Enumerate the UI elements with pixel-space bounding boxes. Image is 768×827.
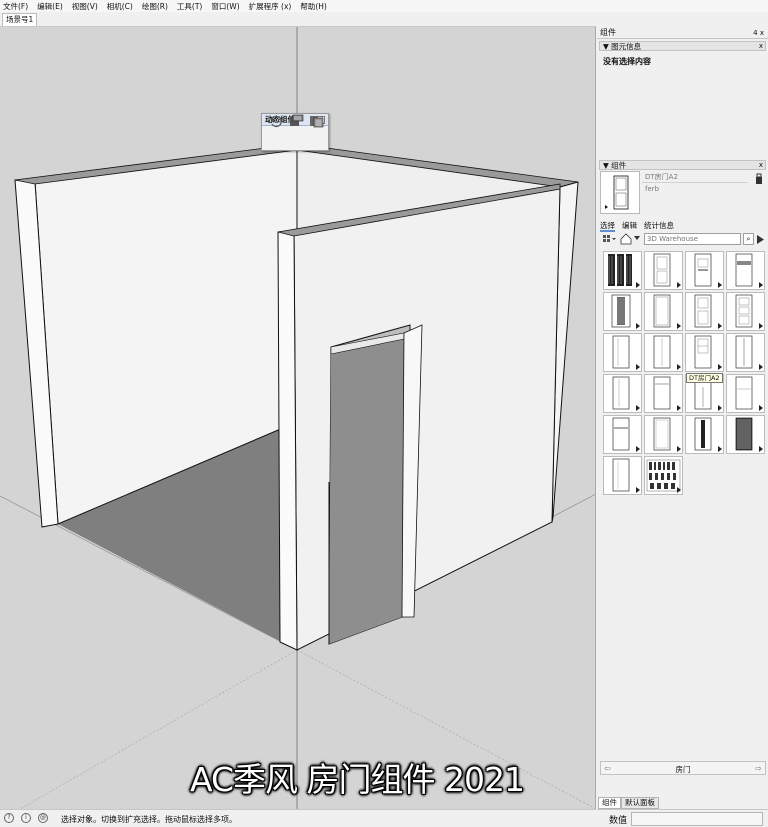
component-tooltip: DT房门A2 xyxy=(686,373,723,383)
search-row: 3D Warehouse ⌕ xyxy=(600,232,766,247)
tab-edit[interactable]: 编辑 xyxy=(622,220,637,232)
component-grid xyxy=(603,251,767,495)
measurements-input[interactable] xyxy=(631,812,763,826)
component-thumb[interactable] xyxy=(603,456,642,495)
menu-draw[interactable]: 绘图(R) xyxy=(142,1,168,12)
component-tabs: 选择 编辑 统计信息 xyxy=(600,220,674,232)
component-options-icon[interactable] xyxy=(289,114,304,129)
door-floor-view xyxy=(329,334,404,644)
details-icon[interactable] xyxy=(754,173,764,185)
model-viewport[interactable]: 动态组件 x AC季风 房门组件 2021 xyxy=(0,27,596,809)
forward-icon[interactable]: ⇨ xyxy=(755,764,762,773)
door-thumbnail-icon xyxy=(605,175,629,210)
tray-tabs: 组件 默认面板 xyxy=(598,797,659,809)
menu-window[interactable]: 窗口(W) xyxy=(211,1,239,12)
help-icon[interactable]: ? xyxy=(4,813,14,823)
close-icon[interactable]: x xyxy=(759,42,763,51)
collection-nav: ⇦ 房门 ⇨ xyxy=(600,761,766,775)
dynamic-components-toolbar: 动态组件 x xyxy=(261,113,329,151)
tray-header: 组件 4 x xyxy=(597,27,768,39)
menu-help[interactable]: 帮助(H) xyxy=(300,1,327,12)
component-name-field[interactable]: DT房门A2 xyxy=(642,171,748,183)
component-thumb[interactable] xyxy=(644,333,683,372)
tray-tab-components[interactable]: 组件 xyxy=(598,797,621,809)
components-header[interactable]: ▼ 组件 x xyxy=(599,160,766,170)
component-thumb[interactable] xyxy=(726,415,765,454)
component-thumb[interactable] xyxy=(685,292,724,331)
menu-camera[interactable]: 相机(C) xyxy=(107,1,133,12)
component-thumb[interactable] xyxy=(603,374,642,413)
front-wall-edge xyxy=(277,230,298,651)
user-icon[interactable]: @ xyxy=(38,813,48,823)
component-thumb[interactable] xyxy=(726,374,765,413)
component-thumb[interactable] xyxy=(685,415,724,454)
entity-info-title: ▼ 图元信息 xyxy=(603,42,642,51)
scene-tab-bar: 场景号1 xyxy=(0,12,596,27)
info-icon[interactable]: i xyxy=(21,813,31,823)
component-thumb[interactable] xyxy=(603,415,642,454)
component-thumb[interactable] xyxy=(603,333,642,372)
measurements-label: 数值 xyxy=(609,816,628,826)
menu-edit[interactable]: 编辑(E) xyxy=(37,1,63,12)
search-input[interactable]: 3D Warehouse xyxy=(644,233,741,245)
default-tray: 组件 4 x ▼ 图元信息 x 没有选择内容 ▼ 组件 x DT房门A2 fer… xyxy=(597,27,768,809)
collection-label: 房门 xyxy=(675,765,691,774)
component-attributes-icon[interactable] xyxy=(309,114,324,129)
interact-icon[interactable] xyxy=(269,114,284,129)
component-thumb[interactable] xyxy=(644,415,683,454)
component-description-field[interactable]: ferb xyxy=(642,185,748,213)
tray-title: 组件 xyxy=(600,28,616,37)
entity-info-header[interactable]: ▼ 图元信息 x xyxy=(599,41,766,51)
secondary-pane-icon[interactable] xyxy=(756,234,766,245)
menu-tools[interactable]: 工具(T) xyxy=(177,1,202,12)
component-thumb[interactable] xyxy=(603,292,642,331)
video-watermark: AC季风 房门组件 2021 xyxy=(190,760,525,799)
menu-file[interactable]: 文件(F) xyxy=(3,1,28,12)
component-thumb[interactable] xyxy=(685,251,724,290)
pin-icon[interactable]: 4 x xyxy=(753,29,764,37)
menu-bar: 文件(F) 编辑(E) 视图(V) 相机(C) 绘图(R) 工具(T) 窗口(W… xyxy=(0,0,768,12)
menu-extensions[interactable]: 扩展程序 (x) xyxy=(249,1,292,12)
component-thumb[interactable] xyxy=(726,251,765,290)
tab-select[interactable]: 选择 xyxy=(600,220,615,232)
component-thumb[interactable] xyxy=(644,374,683,413)
component-thumb[interactable] xyxy=(685,333,724,372)
view-options-icon[interactable] xyxy=(602,234,616,245)
no-selection-text: 没有选择内容 xyxy=(603,57,651,66)
tray-tab-default[interactable]: 默认面板 xyxy=(621,797,659,809)
close-icon[interactable]: x xyxy=(759,161,763,170)
component-thumb[interactable] xyxy=(644,456,683,495)
component-thumb[interactable] xyxy=(644,292,683,331)
search-icon[interactable]: ⌕ xyxy=(743,233,754,245)
component-thumb[interactable] xyxy=(644,251,683,290)
home-icon[interactable] xyxy=(620,233,640,245)
menu-view[interactable]: 视图(V) xyxy=(72,1,98,12)
component-thumb[interactable] xyxy=(726,292,765,331)
status-text: 选择对象。切换到扩充选择。拖动鼠标选择多项。 xyxy=(61,815,237,824)
component-preview xyxy=(600,171,640,214)
component-thumb[interactable] xyxy=(603,251,642,290)
components-title: ▼ 组件 xyxy=(603,161,627,170)
measurements-box: 数值 xyxy=(597,809,768,827)
status-bar: ? i @ 选择对象。切换到扩充选择。拖动鼠标选择多项。 xyxy=(0,809,596,827)
tab-statistics[interactable]: 统计信息 xyxy=(644,220,674,232)
component-thumb[interactable] xyxy=(726,333,765,372)
scene-tab[interactable]: 场景号1 xyxy=(2,13,38,26)
